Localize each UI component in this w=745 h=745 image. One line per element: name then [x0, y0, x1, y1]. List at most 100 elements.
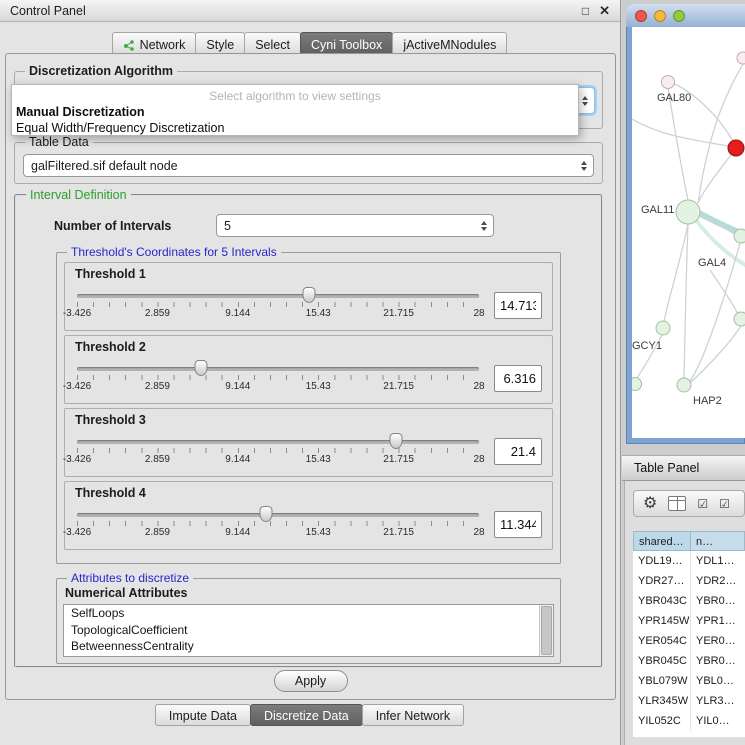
- network-node[interactable]: [662, 76, 675, 89]
- table-cell[interactable]: YDR2…: [691, 571, 745, 591]
- table-cell[interactable]: YPR145W: [633, 611, 691, 631]
- slider-thumb[interactable]: [389, 433, 402, 449]
- tab-discretize-data[interactable]: Discretize Data: [250, 704, 363, 726]
- tab-impute-data[interactable]: Impute Data: [155, 704, 251, 726]
- table-row[interactable]: YER054CYER0…: [633, 631, 745, 651]
- list-scrollbar[interactable]: [539, 605, 553, 656]
- scrollbar-thumb[interactable]: [541, 606, 552, 655]
- threshold-4-slider[interactable]: -3.426 2.859 9.144 15.43 21.715 28: [75, 504, 481, 544]
- table-panel-title: Table Panel: [634, 461, 699, 475]
- slider-track[interactable]: [77, 367, 479, 371]
- tick-labels: -3.426 2.859 9.144 15.43 21.715 28: [77, 454, 479, 467]
- tab-select[interactable]: Select: [244, 32, 301, 54]
- tab-network[interactable]: Network: [112, 32, 197, 54]
- table-row[interactable]: YBR043CYBR0…: [633, 591, 745, 611]
- network-canvas[interactable]: GAL80 GAL11 GAL4 GCY1 HAP2: [632, 27, 745, 438]
- table-cell[interactable]: YDR27…: [633, 571, 691, 591]
- table-cell[interactable]: YLR345W: [633, 691, 691, 711]
- network-window-titlebar[interactable]: [626, 4, 745, 27]
- threshold-1-slider[interactable]: -3.426 2.859 9.144 15.43 21.715 28: [75, 285, 481, 325]
- network-node-label: HAP2: [693, 395, 722, 407]
- threshold-4-value-input[interactable]: [494, 511, 542, 538]
- table-cell[interactable]: YER0…: [691, 631, 745, 651]
- table-cell[interactable]: YBL079W: [633, 671, 691, 691]
- table-cell[interactable]: YBR045C: [633, 651, 691, 671]
- network-node[interactable]: [656, 321, 670, 335]
- tick-label: 9.144: [225, 527, 250, 538]
- table-data-combobox[interactable]: galFiltered.sif default node: [23, 154, 594, 177]
- table-cell[interactable]: YBR0…: [691, 591, 745, 611]
- node-attribute-table: shared… n… YDL19…YDL1… YDR27…YDR2… YBR04…: [633, 531, 745, 737]
- table-row[interactable]: YBR045CYBR0…: [633, 651, 745, 671]
- tab-infer-network[interactable]: Infer Network: [362, 704, 464, 726]
- numerical-attributes-list[interactable]: SelfLoops TopologicalCoefficient Between…: [63, 604, 554, 657]
- network-node-selected[interactable]: [728, 140, 744, 156]
- select-all-checkbox-icon[interactable]: ☑: [697, 498, 708, 510]
- popup-option-manual-discretization[interactable]: Manual Discretization: [12, 104, 578, 120]
- tab-cyni-toolbox[interactable]: Cyni Toolbox: [300, 32, 393, 54]
- cyni-toolbox-panel: Discretization Algorithm Select algorith…: [5, 53, 616, 700]
- popup-option-equal-width[interactable]: Equal Width/Frequency Discretization: [12, 120, 578, 136]
- threshold-3-slider[interactable]: -3.426 2.859 9.144 15.43 21.715 28: [75, 431, 481, 471]
- threshold-panel-1: Threshold 1 -3.426 2.859 9.144 1: [64, 262, 553, 331]
- network-node-label: GAL11: [641, 204, 674, 216]
- table-row[interactable]: YLR345WYLR3…: [633, 691, 745, 711]
- network-edge: [698, 148, 736, 203]
- threshold-label: Threshold 1: [75, 267, 146, 281]
- slider-thumb[interactable]: [303, 287, 316, 303]
- minimize-traffic-light-icon[interactable]: [654, 10, 666, 22]
- table-cell[interactable]: YBR0…: [691, 651, 745, 671]
- gear-icon[interactable]: ⚙: [643, 496, 657, 512]
- table-row[interactable]: YDL19…YDL1…: [633, 551, 745, 571]
- threshold-1-value-input[interactable]: [494, 292, 542, 319]
- table-row[interactable]: YIL052CYIL0…: [633, 711, 745, 731]
- tick-label: 2.859: [145, 527, 170, 538]
- apply-button[interactable]: Apply: [274, 670, 348, 692]
- zoom-traffic-light-icon[interactable]: [673, 10, 685, 22]
- slider-thumb[interactable]: [259, 506, 272, 522]
- network-node[interactable]: [737, 52, 745, 64]
- table-cell[interactable]: YIL052C: [633, 711, 691, 731]
- network-view-window: GAL80 GAL11 GAL4 GCY1 HAP2: [626, 4, 745, 444]
- tab-jactivemnodules[interactable]: jActiveMNodules: [392, 32, 507, 54]
- table-cell[interactable]: YBL0…: [691, 671, 745, 691]
- table-row[interactable]: YPR145WYPR1…: [633, 611, 745, 631]
- table-cell[interactable]: YIL0…: [691, 711, 745, 731]
- network-node[interactable]: [734, 229, 745, 243]
- number-of-intervals-combobox[interactable]: 5: [216, 214, 494, 237]
- slider-thumb[interactable]: [194, 360, 207, 376]
- table-row[interactable]: YBL079WYBL0…: [633, 671, 745, 691]
- table-cell[interactable]: YBR043C: [633, 591, 691, 611]
- slider-track[interactable]: [77, 294, 479, 298]
- table-cell[interactable]: YER054C: [633, 631, 691, 651]
- list-item[interactable]: SelfLoops: [64, 605, 553, 622]
- tick-label: -3.426: [63, 454, 91, 465]
- tick-label: -3.426: [63, 381, 91, 392]
- threshold-3-value-input[interactable]: [494, 438, 542, 465]
- float-window-icon[interactable]: □: [582, 5, 589, 17]
- close-traffic-light-icon[interactable]: [635, 10, 647, 22]
- column-header-shared[interactable]: shared…: [633, 531, 691, 551]
- network-node[interactable]: [632, 378, 642, 391]
- table-row[interactable]: YDR27…YDR2…: [633, 571, 745, 591]
- threshold-2-value-input[interactable]: [494, 365, 542, 392]
- table-cell[interactable]: YPR1…: [691, 611, 745, 631]
- list-item[interactable]: BetweennessCentrality: [64, 638, 553, 655]
- close-icon[interactable]: ✕: [599, 4, 610, 17]
- table-cell[interactable]: YLR3…: [691, 691, 745, 711]
- table-cell[interactable]: YDL1…: [691, 551, 745, 571]
- column-header-name[interactable]: n…: [691, 531, 745, 551]
- tab-style[interactable]: Style: [195, 32, 245, 54]
- network-node[interactable]: [676, 200, 700, 224]
- columns-icon[interactable]: [668, 496, 686, 511]
- table-cell[interactable]: YDL19…: [633, 551, 691, 571]
- network-edge: [684, 224, 688, 378]
- network-node[interactable]: [677, 378, 691, 392]
- tab-label: Network: [140, 38, 186, 52]
- list-item[interactable]: TopologicalCoefficient: [64, 622, 553, 639]
- slider-track[interactable]: [77, 440, 479, 444]
- network-node[interactable]: [734, 312, 745, 326]
- checkbox-icon[interactable]: ☑: [719, 498, 730, 510]
- slider-track[interactable]: [77, 513, 479, 517]
- threshold-2-slider[interactable]: -3.426 2.859 9.144 15.43 21.715 28: [75, 358, 481, 398]
